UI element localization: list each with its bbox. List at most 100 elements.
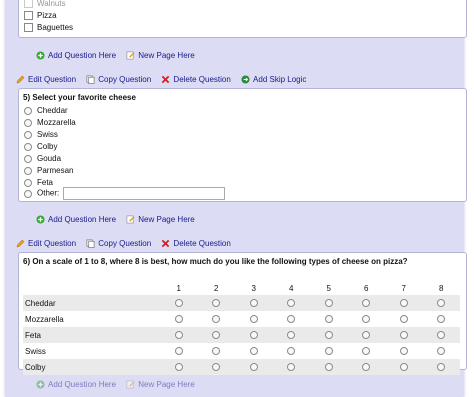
new-page-link[interactable]: New Page Here: [126, 215, 195, 224]
question-4-box: Walnuts Pizza Baguettes: [18, 0, 467, 38]
add-question-link[interactable]: Add Question Here: [36, 215, 116, 224]
copy-question-label: Copy Question: [98, 75, 152, 84]
checkbox-option[interactable]: Walnuts: [24, 0, 66, 9]
radio-button[interactable]: [399, 331, 408, 340]
radio-button[interactable]: [437, 315, 446, 324]
matrix-cell: [235, 327, 273, 343]
radio-button[interactable]: [399, 363, 408, 372]
radio-button[interactable]: [362, 363, 371, 372]
delete-question-button[interactable]: Delete Question: [161, 239, 231, 248]
radio-button[interactable]: [287, 347, 296, 356]
radio-button[interactable]: [437, 331, 446, 340]
radio-option[interactable]: Colby: [24, 142, 57, 151]
checkbox[interactable]: [24, 23, 33, 33]
radio-button[interactable]: [249, 299, 258, 308]
radio-option[interactable]: Gouda: [24, 154, 61, 163]
add-skip-logic-button[interactable]: Add Skip Logic: [241, 75, 306, 84]
matrix-corner: [23, 281, 160, 295]
radio-button[interactable]: [24, 154, 32, 163]
radio-button[interactable]: [287, 363, 296, 372]
radio-button[interactable]: [437, 347, 446, 356]
add-row: Add Question Here New Page Here: [36, 215, 203, 224]
radio-button[interactable]: [212, 299, 221, 308]
radio-button[interactable]: [324, 315, 333, 324]
radio-button[interactable]: [212, 315, 221, 324]
radio-button[interactable]: [174, 363, 183, 372]
radio-button[interactable]: [24, 178, 32, 187]
radio-button[interactable]: [362, 347, 371, 356]
question-toolbar: Edit Question Copy Question Delete Quest…: [16, 75, 314, 85]
add-question-link[interactable]: Add Question Here: [36, 380, 116, 389]
radio-button[interactable]: [362, 315, 371, 324]
option-label: Swiss: [37, 130, 58, 139]
radio-button[interactable]: [24, 106, 32, 115]
radio-button[interactable]: [24, 118, 32, 127]
add-question-link[interactable]: Add Question Here: [36, 51, 116, 60]
matrix-cell: [310, 311, 348, 327]
matrix-cell: [235, 343, 273, 359]
edit-question-button[interactable]: Edit Question: [16, 239, 76, 248]
pencil-icon: [16, 75, 25, 84]
radio-button[interactable]: [399, 315, 408, 324]
copy-question-button[interactable]: Copy Question: [86, 75, 152, 85]
radio-button[interactable]: [362, 331, 371, 340]
other-text-input[interactable]: [63, 187, 226, 200]
matrix-cell: [160, 295, 198, 311]
radio-button[interactable]: [249, 331, 258, 340]
copy-question-button[interactable]: Copy Question: [86, 239, 151, 249]
radio-option[interactable]: Mozzarella: [24, 118, 76, 127]
new-page-link[interactable]: New Page Here: [126, 380, 195, 389]
radio-button[interactable]: [437, 299, 446, 308]
radio-option[interactable]: Feta: [24, 178, 53, 187]
radio-button[interactable]: [24, 189, 32, 198]
radio-button[interactable]: [287, 331, 296, 340]
radio-option[interactable]: Cheddar: [24, 106, 68, 115]
radio-button[interactable]: [324, 299, 333, 308]
edit-question-label: Edit Question: [28, 239, 77, 248]
option-label: Mozzarella: [37, 118, 76, 127]
new-page-link[interactable]: New Page Here: [126, 51, 195, 60]
radio-button[interactable]: [174, 347, 183, 356]
radio-button[interactable]: [362, 299, 371, 308]
radio-button[interactable]: [249, 347, 258, 356]
radio-button[interactable]: [24, 166, 32, 175]
radio-button[interactable]: [437, 363, 446, 372]
radio-option[interactable]: Swiss: [24, 130, 58, 139]
matrix-cell: [347, 327, 385, 343]
checkbox[interactable]: [24, 11, 33, 21]
radio-button[interactable]: [324, 331, 333, 340]
plus-circle-icon: [36, 51, 45, 60]
edit-question-button[interactable]: Edit Question: [16, 75, 76, 84]
radio-button[interactable]: [287, 315, 296, 324]
radio-button[interactable]: [249, 315, 258, 324]
radio-button[interactable]: [212, 331, 221, 340]
radio-button[interactable]: [324, 347, 333, 356]
matrix-cell: [423, 343, 461, 359]
checkbox[interactable]: [24, 0, 33, 9]
radio-button[interactable]: [174, 299, 183, 308]
radio-button[interactable]: [249, 363, 258, 372]
matrix-cell: [272, 359, 310, 375]
radio-button[interactable]: [324, 363, 333, 372]
radio-button[interactable]: [399, 347, 408, 356]
delete-question-button[interactable]: Delete Question: [161, 75, 231, 84]
option-label: Gouda: [37, 154, 62, 163]
radio-button[interactable]: [174, 315, 183, 324]
radio-option[interactable]: Parmesan: [24, 166, 73, 175]
checkbox-option[interactable]: Baguettes: [24, 23, 73, 33]
radio-button[interactable]: [399, 299, 408, 308]
radio-option-other[interactable]: Other:: [24, 187, 226, 200]
matrix-cell: [385, 311, 423, 327]
matrix-row: Colby: [23, 359, 460, 375]
radio-button[interactable]: [24, 130, 32, 139]
new-page-label: New Page Here: [138, 51, 195, 60]
checkbox-option[interactable]: Pizza: [24, 11, 57, 21]
radio-button[interactable]: [212, 347, 221, 356]
radio-button[interactable]: [287, 299, 296, 308]
radio-button[interactable]: [24, 142, 32, 151]
radio-button[interactable]: [212, 363, 221, 372]
matrix-cell: [198, 343, 236, 359]
radio-button[interactable]: [174, 331, 183, 340]
matrix-cell: [273, 343, 311, 359]
scale-header: 2: [214, 283, 219, 293]
